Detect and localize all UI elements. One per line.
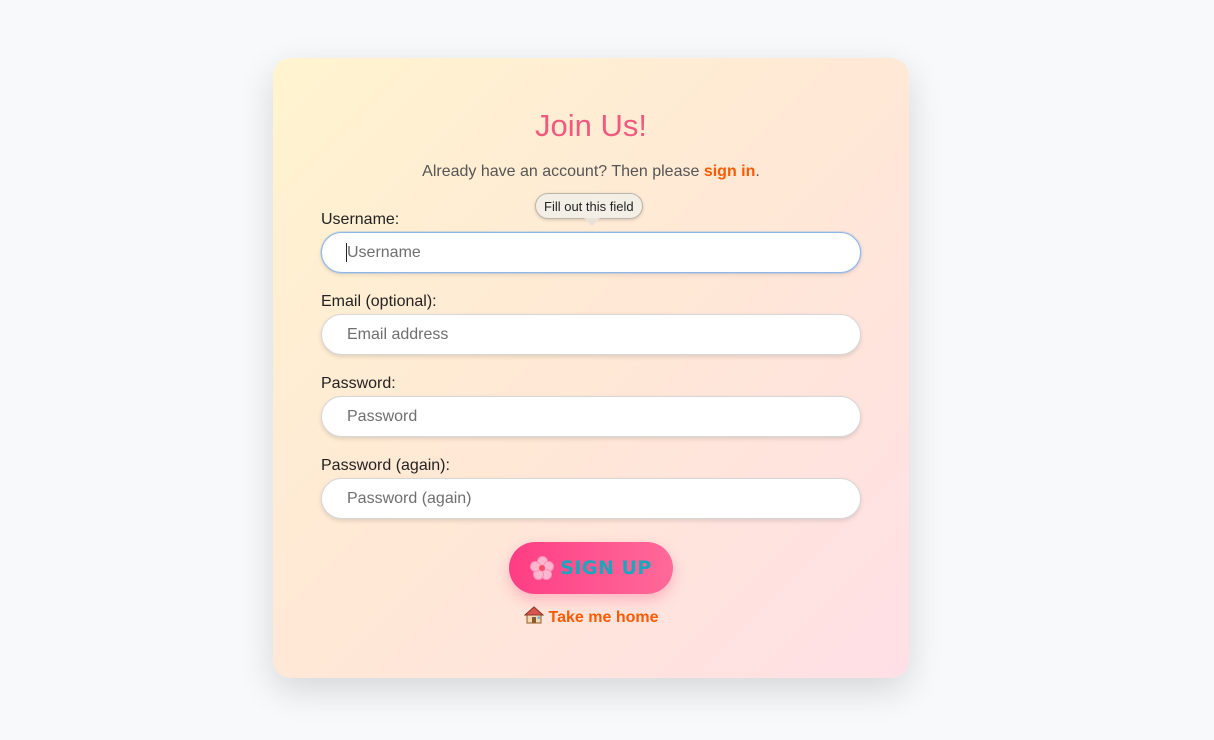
username-input[interactable] bbox=[321, 232, 861, 273]
home-link-label: Take me home bbox=[548, 609, 659, 626]
email-input[interactable] bbox=[321, 314, 861, 355]
email-label: Email (optional): bbox=[321, 293, 437, 310]
password-label: Password: bbox=[321, 375, 396, 392]
house-icon bbox=[523, 606, 544, 624]
text-caret bbox=[346, 243, 347, 262]
cherry-blossom-icon bbox=[530, 556, 555, 580]
signup-button-label: SIGN UP bbox=[560, 557, 652, 579]
signup-button[interactable]: SIGN UP bbox=[509, 542, 673, 594]
validation-tooltip: Fill out this field bbox=[535, 193, 643, 219]
tooltip-arrow bbox=[584, 218, 600, 226]
signup-card: Join Us! Already have an account? Then p… bbox=[273, 58, 909, 678]
home-link[interactable]: Take me home bbox=[273, 606, 909, 628]
signin-link[interactable]: sign in bbox=[704, 163, 756, 180]
password-input[interactable] bbox=[321, 396, 861, 437]
password-confirm-input[interactable] bbox=[321, 478, 861, 519]
username-label: Username: bbox=[321, 211, 400, 228]
signin-prompt: Already have an account? Then please sig… bbox=[273, 162, 909, 182]
page-title: Join Us! bbox=[535, 108, 647, 143]
signin-prompt-suffix: . bbox=[755, 163, 760, 180]
signin-prompt-text: Already have an account? Then please bbox=[422, 163, 704, 180]
password-confirm-label: Password (again): bbox=[321, 457, 450, 474]
